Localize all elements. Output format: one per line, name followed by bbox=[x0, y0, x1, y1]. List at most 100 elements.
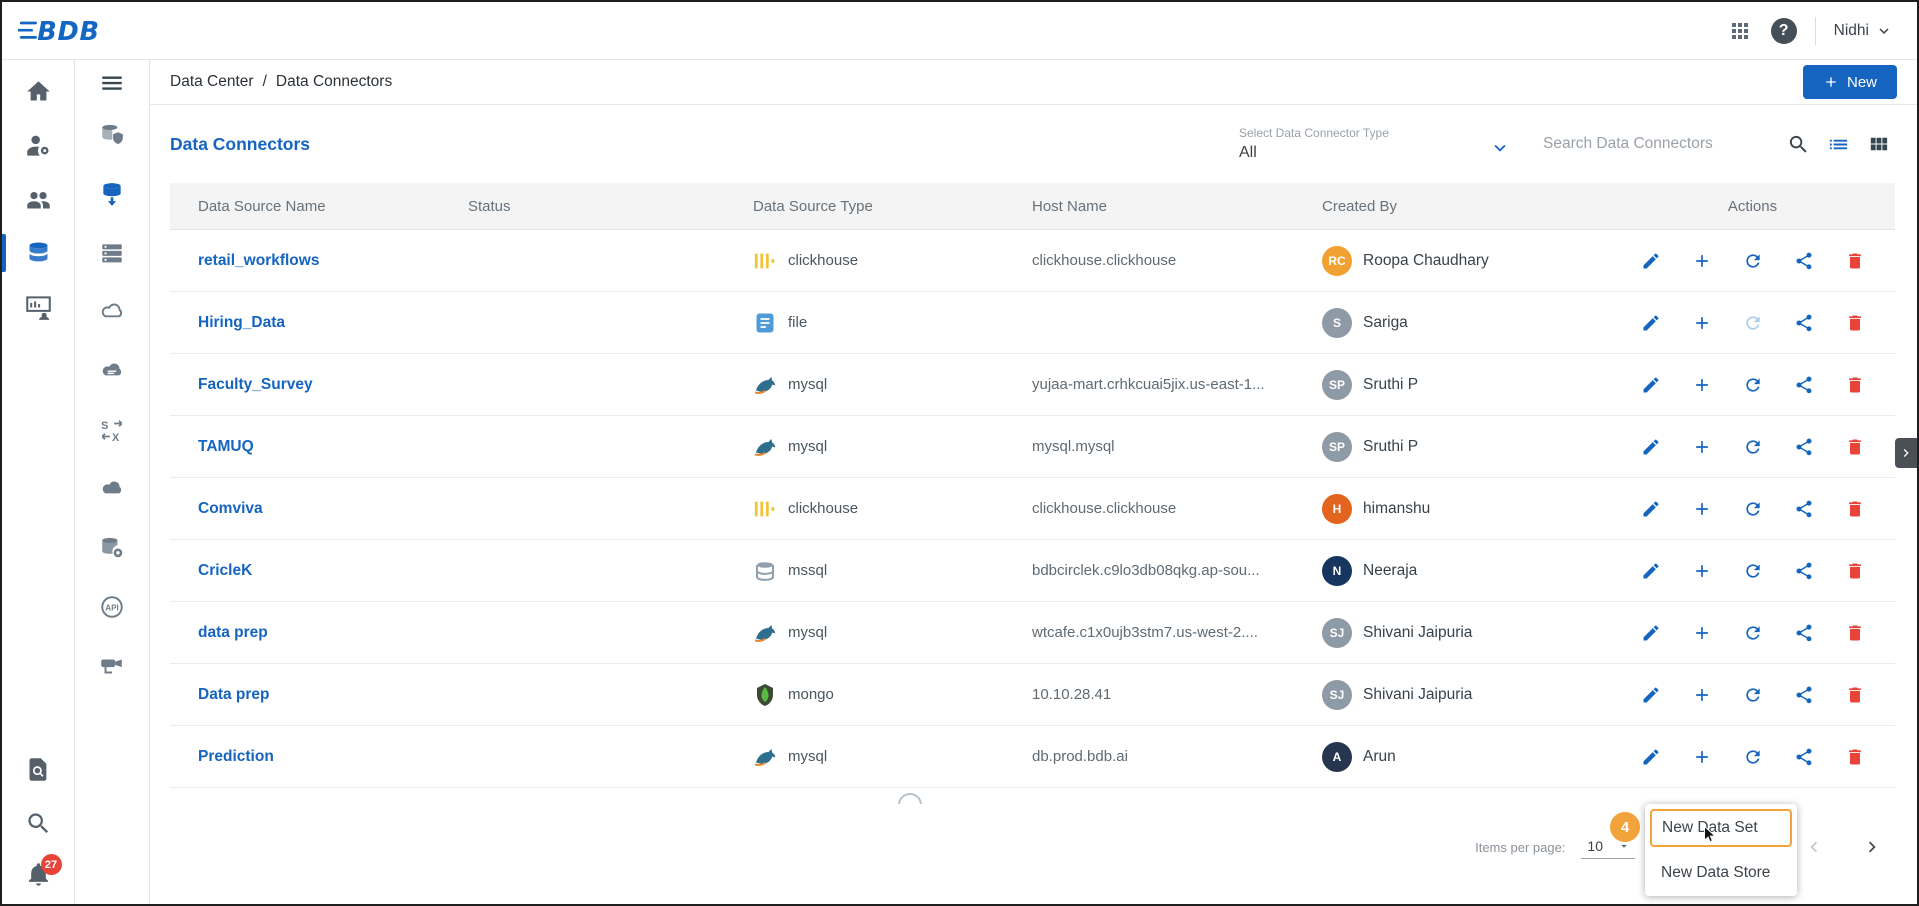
sidebar-item-user-groups[interactable] bbox=[2, 172, 75, 226]
sidebar-item-data-connectors[interactable] bbox=[75, 164, 150, 223]
items-per-page-label: Items per page: bbox=[1475, 840, 1565, 855]
add-icon[interactable] bbox=[1692, 375, 1712, 395]
data-source-name-link[interactable]: TAMUQ bbox=[198, 438, 254, 455]
share-icon[interactable] bbox=[1794, 747, 1814, 767]
edit-icon[interactable] bbox=[1641, 685, 1661, 705]
share-icon[interactable] bbox=[1794, 251, 1814, 271]
data-source-name-link[interactable]: Hiring_Data bbox=[198, 314, 285, 331]
sidebar-item-menu[interactable] bbox=[75, 60, 150, 105]
add-icon[interactable] bbox=[1692, 313, 1712, 333]
table-row: Faculty_Survey mysql yujaa-mart.crhkcuai… bbox=[170, 354, 1895, 416]
refresh-icon[interactable] bbox=[1743, 375, 1763, 395]
edit-icon[interactable] bbox=[1641, 313, 1661, 333]
next-page-icon[interactable] bbox=[1861, 836, 1883, 858]
delete-icon[interactable] bbox=[1845, 437, 1865, 457]
refresh-icon[interactable] bbox=[1743, 499, 1763, 519]
breadcrumb-separator: / bbox=[263, 73, 267, 91]
edit-icon[interactable] bbox=[1641, 499, 1661, 519]
sidebar-item-data-prep[interactable] bbox=[2, 280, 75, 334]
delete-icon[interactable] bbox=[1845, 375, 1865, 395]
refresh-icon[interactable] bbox=[1743, 561, 1763, 581]
data-source-name-link[interactable]: retail_workflows bbox=[198, 252, 319, 269]
search-input[interactable] bbox=[1543, 135, 1771, 153]
apps-grid-icon[interactable] bbox=[1727, 18, 1753, 44]
add-icon[interactable] bbox=[1692, 499, 1712, 519]
edit-icon[interactable] bbox=[1641, 375, 1661, 395]
menu-item-new-data-set[interactable]: New Data Set bbox=[1650, 809, 1792, 847]
data-prep-icon bbox=[25, 294, 52, 321]
add-icon[interactable] bbox=[1692, 747, 1712, 767]
share-icon[interactable] bbox=[1794, 437, 1814, 457]
data-source-name-link[interactable]: CricleK bbox=[198, 562, 252, 579]
delete-icon[interactable] bbox=[1845, 747, 1865, 767]
add-icon[interactable] bbox=[1692, 685, 1712, 705]
sidebar-item-data-store-metadata[interactable] bbox=[75, 341, 150, 400]
table-row: Prediction mysql db.prod.bdb.ai A Arun bbox=[170, 726, 1895, 788]
edit-icon[interactable] bbox=[1641, 747, 1661, 767]
share-icon[interactable] bbox=[1794, 499, 1814, 519]
bdb-logo[interactable]: BDB bbox=[18, 13, 122, 49]
menu-item-new-data-store[interactable]: New Data Store bbox=[1645, 852, 1797, 894]
edit-icon[interactable] bbox=[1641, 561, 1661, 581]
connector-type-filter[interactable]: Select Data Connector Type All bbox=[1239, 126, 1489, 162]
grid-view-icon[interactable] bbox=[1865, 131, 1891, 157]
delete-icon[interactable] bbox=[1845, 623, 1865, 643]
delete-icon[interactable] bbox=[1845, 313, 1865, 333]
sidebar-item-data-stores[interactable] bbox=[75, 282, 150, 341]
sidebar-item-data-exchange[interactable]: SX bbox=[75, 400, 150, 459]
sidebar-item-data-sets[interactable] bbox=[75, 223, 150, 282]
sidebar-item-sandbox[interactable] bbox=[75, 459, 150, 518]
delete-icon[interactable] bbox=[1845, 561, 1865, 581]
type-icon-slot bbox=[753, 373, 777, 397]
data-source-name-link[interactable]: data prep bbox=[198, 624, 268, 641]
breadcrumb-item-data-center[interactable]: Data Center bbox=[170, 73, 254, 91]
add-icon[interactable] bbox=[1692, 623, 1712, 643]
share-icon[interactable] bbox=[1794, 623, 1814, 643]
share-icon[interactable] bbox=[1794, 561, 1814, 581]
expand-panel-tab[interactable] bbox=[1895, 438, 1917, 468]
refresh-icon[interactable] bbox=[1743, 685, 1763, 705]
list-view-icon[interactable] bbox=[1825, 131, 1851, 157]
column-data-source-name: Data Source Name bbox=[170, 198, 460, 215]
sidebar-item-user-access[interactable] bbox=[2, 118, 75, 172]
sidebar-item-notifications[interactable]: 27 bbox=[2, 850, 75, 904]
sidebar-item-data-center[interactable] bbox=[2, 226, 75, 280]
share-icon[interactable] bbox=[1794, 375, 1814, 395]
share-icon[interactable] bbox=[1794, 685, 1814, 705]
prev-page-icon[interactable] bbox=[1803, 836, 1825, 858]
filter-chevron-icon[interactable] bbox=[1489, 125, 1511, 164]
cloud-sql-icon bbox=[99, 358, 125, 384]
delete-icon[interactable] bbox=[1845, 499, 1865, 519]
table-row: Hiring_Data file S Sariga bbox=[170, 292, 1895, 354]
help-icon[interactable]: ? bbox=[1771, 18, 1797, 44]
edit-icon[interactable] bbox=[1641, 623, 1661, 643]
data-source-name-link[interactable]: Prediction bbox=[198, 748, 274, 765]
refresh-icon[interactable] bbox=[1743, 623, 1763, 643]
new-button[interactable]: New bbox=[1803, 65, 1897, 99]
sidebar-item-db-settings[interactable] bbox=[75, 518, 150, 577]
share-icon[interactable] bbox=[1794, 313, 1814, 333]
add-icon[interactable] bbox=[1692, 251, 1712, 271]
sidebar-item-search[interactable] bbox=[2, 796, 75, 850]
edit-icon[interactable] bbox=[1641, 251, 1661, 271]
delete-icon[interactable] bbox=[1845, 685, 1865, 705]
refresh-icon[interactable] bbox=[1743, 251, 1763, 271]
refresh-icon[interactable] bbox=[1743, 747, 1763, 767]
refresh-icon[interactable] bbox=[1743, 313, 1763, 333]
edit-icon[interactable] bbox=[1641, 437, 1661, 457]
sidebar-item-data-center-2[interactable] bbox=[75, 105, 150, 164]
data-source-name-link[interactable]: Comviva bbox=[198, 500, 263, 517]
sidebar-item-api-connectors[interactable]: API bbox=[75, 577, 150, 636]
avatar: SP bbox=[1322, 370, 1352, 400]
data-source-name-link[interactable]: Data prep bbox=[198, 686, 270, 703]
add-icon[interactable] bbox=[1692, 561, 1712, 581]
sidebar-item-version-control[interactable] bbox=[75, 636, 150, 695]
sidebar-item-audit-log[interactable] bbox=[2, 742, 75, 796]
sidebar-item-home[interactable] bbox=[2, 64, 75, 118]
search-icon[interactable] bbox=[1785, 131, 1811, 157]
refresh-icon[interactable] bbox=[1743, 437, 1763, 457]
add-icon[interactable] bbox=[1692, 437, 1712, 457]
delete-icon[interactable] bbox=[1845, 251, 1865, 271]
data-source-name-link[interactable]: Faculty_Survey bbox=[198, 376, 313, 393]
user-menu[interactable]: Nidhi bbox=[1834, 22, 1893, 40]
